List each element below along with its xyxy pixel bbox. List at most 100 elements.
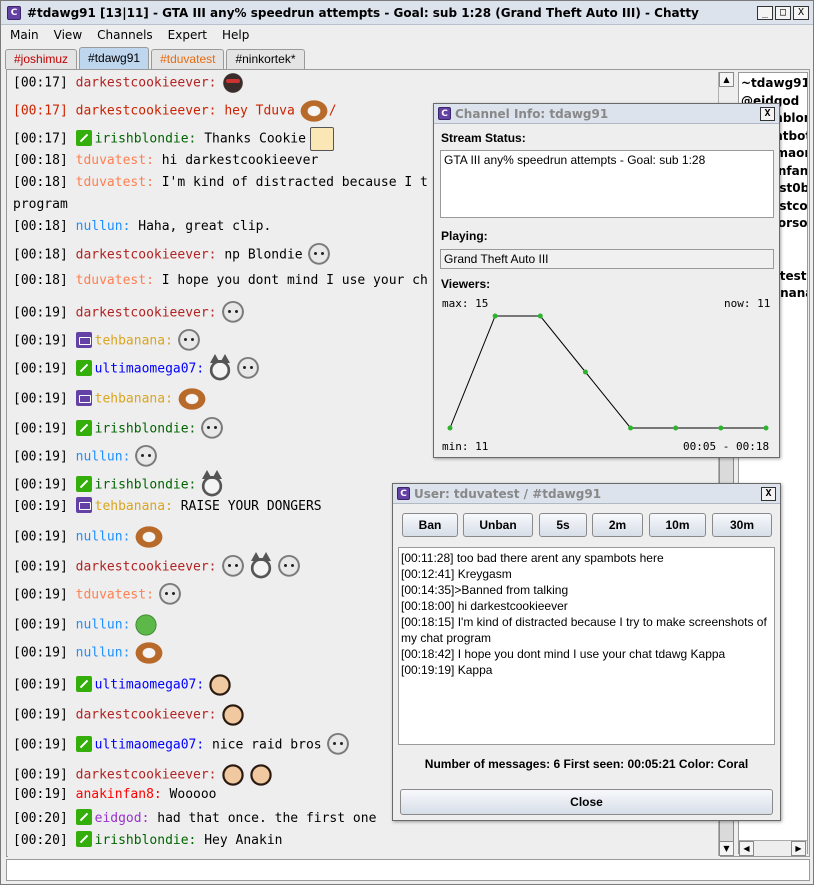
moderator-badge-icon[interactable]: [75, 809, 92, 825]
moderator-badge-icon[interactable]: [75, 475, 92, 492]
cat-emote-icon[interactable]: [200, 470, 225, 497]
chat-username[interactable]: ultimaomega07:: [95, 738, 205, 753]
chat-username[interactable]: nullun:: [76, 219, 131, 234]
chat-username[interactable]: anakinfan8:: [76, 787, 162, 802]
chat-username[interactable]: darkestcookieever:: [76, 560, 217, 575]
chat-username[interactable]: tduvatest:: [76, 273, 154, 288]
chat-username[interactable]: darkestcookieever:: [76, 768, 217, 783]
scroll-up-button[interactable]: ▲: [719, 72, 734, 87]
face-emote-icon[interactable]: [176, 329, 201, 353]
close-button[interactable]: Close: [400, 789, 773, 815]
menu-channels[interactable]: Channels: [88, 28, 159, 42]
chat-username[interactable]: tduvatest:: [76, 175, 154, 190]
moderator-badge-icon[interactable]: [75, 359, 92, 376]
face-emote-icon[interactable]: [157, 583, 182, 607]
tab-ninkortek[interactable]: #ninkortek*: [226, 49, 305, 69]
scroll-right-button[interactable]: ▶: [791, 841, 806, 856]
timeout-2m-button[interactable]: 2m: [592, 513, 643, 537]
chat-username[interactable]: eidgod:: [95, 811, 150, 826]
stream-status-field[interactable]: GTA III any% speedrun attempts - Goal: s…: [440, 150, 774, 218]
chat-message-text: Hey Anakin: [196, 833, 283, 848]
chat-username[interactable]: irishblondie:: [95, 422, 197, 437]
close-dialog-button[interactable]: X: [760, 107, 775, 121]
subscriber-badge-icon[interactable]: [75, 389, 92, 406]
menu-main[interactable]: Main: [1, 28, 45, 42]
subscriber-badge-icon[interactable]: [75, 497, 92, 513]
chat-username[interactable]: darkestcookieever:: [76, 248, 217, 263]
moderator-badge-icon[interactable]: [75, 831, 92, 847]
wow-emote-icon[interactable]: [248, 763, 273, 787]
chat-username[interactable]: irishblondie:: [95, 132, 197, 147]
timestamp: [00:19]: [13, 587, 76, 603]
ban-button[interactable]: Ban: [402, 513, 458, 537]
face-emote-icon[interactable]: [325, 733, 350, 757]
wow-emote-icon[interactable]: [220, 763, 245, 787]
tab-tdawg91[interactable]: #tdawg91: [79, 47, 150, 69]
unban-button[interactable]: Unban: [463, 513, 533, 537]
dialog-title: Channel Info: tdawg91: [455, 106, 609, 121]
subscriber-badge-icon[interactable]: [75, 331, 92, 348]
face-emote-icon[interactable]: [220, 555, 245, 579]
chat-username[interactable]: darkestcookieever:: [76, 306, 217, 321]
user-message-log[interactable]: [00:11:28] too bad there arent any spamb…: [398, 547, 775, 745]
chat-username[interactable]: ultimaomega07:: [95, 362, 205, 377]
close-window-button[interactable]: X: [793, 5, 809, 20]
chat-username[interactable]: irishblondie:: [95, 478, 197, 493]
wow-emote-icon[interactable]: [208, 673, 233, 697]
dog-emote-icon[interactable]: [176, 387, 207, 411]
chat-username[interactable]: tduvatest:: [76, 153, 154, 168]
userlist-hscrollbar[interactable]: ◀ ▶: [739, 840, 807, 856]
face-emote-icon[interactable]: [134, 445, 159, 469]
chat-username[interactable]: nullun:: [76, 530, 131, 545]
chat-username[interactable]: tehbanana:: [95, 499, 173, 514]
chat-username[interactable]: ultimaomega07:: [95, 678, 205, 693]
timeout-30m-button[interactable]: 30m: [712, 513, 772, 537]
dog-emote-icon[interactable]: [298, 99, 329, 123]
menu-help[interactable]: Help: [213, 28, 255, 42]
moderator-badge-icon[interactable]: [75, 675, 92, 692]
wow-emote-icon[interactable]: [220, 703, 245, 727]
chat-username[interactable]: tehbanana:: [95, 334, 173, 349]
dog-emote-icon[interactable]: [134, 641, 165, 665]
chat-username[interactable]: nullun:: [76, 618, 131, 633]
menu-expert[interactable]: Expert: [159, 28, 213, 42]
frog-emote-icon[interactable]: [134, 613, 159, 637]
moderator-badge-icon[interactable]: [75, 735, 92, 752]
timeout-10m-button[interactable]: 10m: [649, 513, 706, 537]
dark-emote-icon[interactable]: [220, 71, 245, 95]
tab-tduvatest[interactable]: #tduvatest: [151, 49, 225, 69]
timeout-5s-button[interactable]: 5s: [539, 513, 587, 537]
chat-username[interactable]: nullun:: [76, 646, 131, 661]
userlist-item[interactable]: ~tdawg91: [741, 76, 807, 90]
cat-emote-icon[interactable]: [248, 552, 273, 579]
chat-input[interactable]: [6, 859, 810, 881]
cat-emote-icon[interactable]: [208, 354, 233, 381]
moderator-badge-icon[interactable]: [75, 419, 92, 436]
dog-emote-icon[interactable]: [134, 525, 165, 549]
menu-view[interactable]: View: [45, 28, 88, 42]
sq-emote-icon[interactable]: [309, 127, 334, 151]
chat-username[interactable]: irishblondie:: [95, 833, 197, 848]
chat-username[interactable]: tehbanana:: [95, 392, 173, 407]
chat-username[interactable]: nullun:: [76, 450, 131, 465]
scroll-down-button[interactable]: ▼: [719, 841, 734, 856]
face-emote-icon[interactable]: [306, 243, 331, 267]
user-info-dialog: C User: tduvatest / #tdawg91 X Ban Unban…: [392, 483, 781, 821]
tab-joshimuz[interactable]: #joshimuz: [5, 49, 78, 69]
face-emote-icon[interactable]: [200, 417, 225, 441]
face-emote-icon[interactable]: [236, 357, 261, 381]
chat-line: [00:19] tehbanana: RAISE YOUR DONGERS: [13, 497, 322, 514]
scroll-left-button[interactable]: ◀: [739, 841, 754, 856]
face-emote-icon[interactable]: [220, 301, 245, 325]
close-dialog-button[interactable]: X: [761, 487, 776, 501]
chat-username[interactable]: darkestcookieever:: [76, 104, 217, 119]
face-emote-icon[interactable]: [276, 555, 301, 579]
chat-username[interactable]: darkestcookieever:: [76, 708, 217, 723]
chat-username[interactable]: darkestcookieever:: [76, 76, 217, 91]
chat-username[interactable]: tduvatest:: [76, 588, 154, 603]
moderator-badge-icon[interactable]: [75, 129, 92, 146]
minimize-button[interactable]: _: [757, 5, 773, 20]
maximize-button[interactable]: □: [775, 5, 791, 20]
playing-field[interactable]: Grand Theft Auto III: [440, 249, 774, 269]
timestamp: [00:17]: [13, 75, 76, 91]
